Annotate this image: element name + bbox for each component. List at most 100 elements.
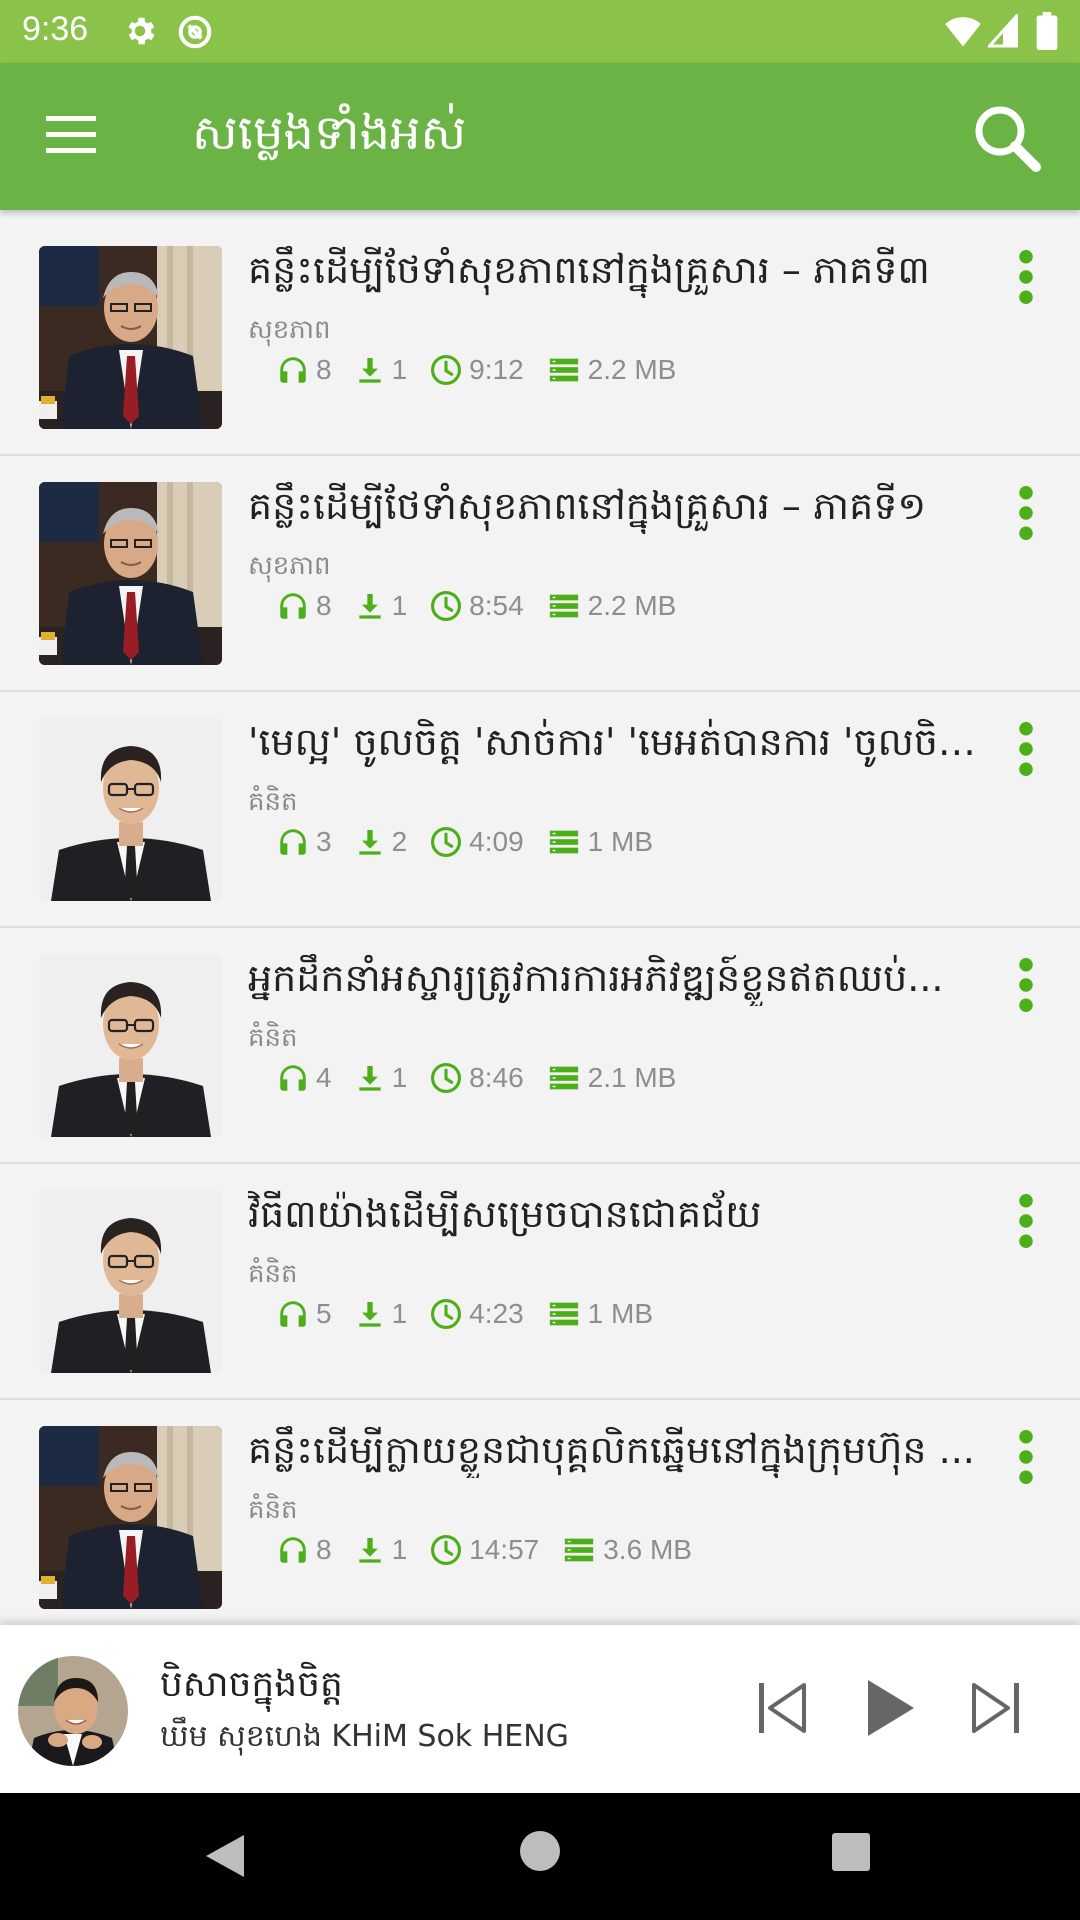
back-icon[interactable] [202,1831,248,1881]
item-stats: 8 1 14:57 3.6 MB [276,1530,714,1570]
size-stat: 2.2 MB [546,589,676,623]
download-icon [354,826,386,858]
clock-icon [429,1533,463,1567]
storage-icon [546,825,582,859]
thumbnail [39,246,222,429]
storage-icon [546,589,582,623]
more-options-icon[interactable] [1010,958,1042,1012]
gear-icon [128,17,155,45]
clock-icon [429,825,463,859]
battery-icon [1036,12,1058,50]
listens-stat: 8 [276,1533,332,1567]
item-stats: 3 2 4:09 1 MB [276,822,675,862]
item-title: គន្លឹះដើម្បីថែទាំសុខភាពនៅក្នុងគ្រួសារ – … [248,248,930,292]
duration-stat: 8:54 [429,589,524,623]
mini-player[interactable]: បិសាចក្នុងចិត្ត ឃឹម សុខហេង KHiM Sok HENG [0,1625,1080,1793]
listen-count: 3 [316,826,332,857]
duration: 8:54 [469,590,524,621]
clock-icon [429,353,463,387]
duration-stat: 14:57 [429,1533,539,1567]
download-count: 1 [391,590,408,621]
duration: 4:09 [469,826,524,857]
item-category: សុខភាព [248,315,331,345]
search-icon[interactable] [972,103,1042,173]
menu-icon[interactable] [46,115,100,155]
player-avatar [18,1656,128,1766]
next-icon[interactable] [968,1679,1022,1737]
more-options-icon[interactable] [1010,1430,1042,1484]
file-size: 2.2 MB [587,354,677,385]
thumbnail [39,482,222,665]
downloads-stat: 1 [354,1298,407,1330]
thumbnail [39,718,222,901]
more-options-icon[interactable] [1010,250,1042,304]
file-size: 3.6 MB [603,1534,692,1565]
status-time: 9:36 [22,10,89,48]
listen-count: 5 [316,1298,332,1329]
play-icon[interactable] [862,1677,918,1739]
list-item[interactable]: 'មេល្អ' ចូលចិត្ត 'សាច់ការ' 'មេអត់បានការ … [0,692,1080,928]
item-category: សុខភាព [248,551,331,581]
listens-stat: 8 [276,589,332,623]
thumbnail [39,1426,222,1609]
duration: 14:57 [469,1534,540,1565]
item-stats: 8 1 8:54 2.2 MB [276,586,698,626]
listens-stat: 8 [276,353,332,387]
download-count: 1 [391,354,408,385]
listens-stat: 3 [276,825,332,859]
file-size: 2.1 MB [587,1062,677,1093]
item-title: គន្លឹះដើម្បីក្លាយខ្លួនជាបុគ្គលិកឆ្នើមនៅក… [248,1428,975,1472]
listen-count: 8 [316,354,332,385]
duration: 9:12 [469,354,524,385]
storage-icon [546,1061,582,1095]
more-options-icon[interactable] [1010,1194,1042,1248]
item-category: គំនិត [248,787,298,817]
size-stat: 3.6 MB [561,1533,692,1567]
headphones-icon [276,1061,310,1095]
home-icon[interactable] [520,1831,560,1871]
headphones-icon [276,589,310,623]
size-stat: 2.2 MB [546,353,677,387]
more-options-icon[interactable] [1010,486,1042,540]
list-item[interactable]: គន្លឹះដើម្បីក្លាយខ្លួនជាបុគ្គលិកឆ្នើមនៅក… [0,1400,1080,1625]
listens-stat: 5 [276,1297,332,1331]
downloads-stat: 1 [354,1534,408,1566]
downloads-stat: 1 [354,590,408,622]
download-count: 2 [391,826,408,857]
item-stats: 4 1 8:46 2.1 MB [276,1058,698,1098]
item-category: គំនិត [248,1023,298,1053]
download-icon [354,354,386,386]
download-icon [354,1062,386,1094]
list-item[interactable]: គន្លឹះដើម្បីថែទាំសុខភាពនៅក្នុងគ្រួសារ – … [0,220,1080,456]
recents-icon[interactable] [832,1833,870,1871]
app-bar: សម្លេងទាំងអស់ [0,63,1080,210]
item-category: គំនិត [248,1495,298,1525]
item-title: 'មេល្អ' ចូលចិត្ត 'សាច់ការ' 'មេអត់បានការ … [248,720,980,764]
headphones-icon [276,353,310,387]
item-stats: 5 1 4:23 1 MB [276,1294,675,1334]
track-list[interactable]: គន្លឹះដើម្បីថែទាំសុខភាពនៅក្នុងគ្រួសារ – … [0,220,1080,1625]
download-icon [354,590,386,622]
downloads-stat: 2 [354,826,408,858]
list-item[interactable]: អ្នកដឹកនាំអស្ចារ្យត្រូវការការអភិវឌ្ឍន៍ខ្… [0,928,1080,1164]
duration-stat: 4:23 [429,1297,524,1331]
file-size: 1 MB [587,1298,654,1329]
clock-icon [429,589,463,623]
player-artist: ឃឹម សុខហេង KHiM Sok HENG [160,1719,569,1754]
headphones-icon [276,1533,310,1567]
clock-icon [429,1297,463,1331]
page-title: សម្លេងទាំងអស់ [192,105,467,161]
list-item[interactable]: វិធី៣យ៉ាងដើម្បីសម្រេចបានជោគជ័យ គំនិត 5 1… [0,1164,1080,1400]
item-stats: 8 1 9:12 2.2 MB [276,350,698,390]
download-count: 1 [391,1534,408,1565]
download-icon [354,1534,386,1566]
size-stat: 1 MB [546,825,653,859]
status-bar: 9:36 [0,0,1080,63]
list-item[interactable]: គន្លឹះដើម្បីថែទាំសុខភាពនៅក្នុងគ្រួសារ – … [0,456,1080,692]
previous-icon[interactable] [756,1679,810,1737]
size-stat: 1 MB [546,1297,653,1331]
storage-icon [546,1297,582,1331]
more-options-icon[interactable] [1010,722,1042,776]
item-title: វិធី៣យ៉ាងដើម្បីសម្រេចបានជោគជ័យ [248,1192,762,1236]
download-count: 1 [391,1062,408,1093]
